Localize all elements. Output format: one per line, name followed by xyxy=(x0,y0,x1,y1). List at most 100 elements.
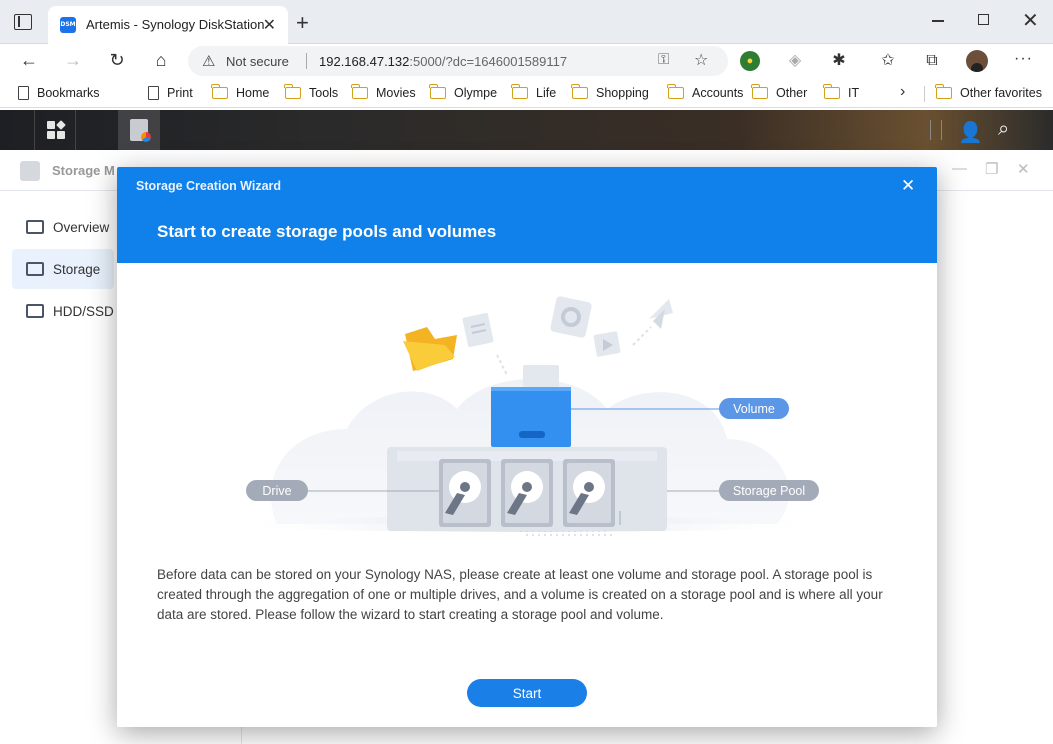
globe-extension-icon[interactable]: ● xyxy=(740,51,760,71)
favorites-icon[interactable]: ✩ xyxy=(878,51,898,71)
folder-floating-icon xyxy=(403,327,457,371)
sidebar-item-label: HDD/SSD xyxy=(53,303,114,319)
tab-close-icon[interactable]: ✕ xyxy=(263,15,276,35)
bookmark-label: Home xyxy=(236,86,270,100)
bookmark-label: Tools xyxy=(309,86,339,100)
browser-titlebar: DSM Artemis - Synology DiskStation ✕ + ✕ xyxy=(0,0,1053,44)
add-favorite-icon[interactable]: ☆ xyxy=(694,50,708,70)
folder-icon xyxy=(667,84,684,99)
bookmark-movies[interactable]: Movies xyxy=(351,84,416,102)
wizard-header: Storage Creation Wizard ✕ Start to creat… xyxy=(117,167,937,263)
bookmark-tools[interactable]: Tools xyxy=(284,84,339,102)
bookmark-bookmarks[interactable]: Bookmarks xyxy=(18,84,100,102)
folder-icon xyxy=(935,84,952,99)
drive-floating-icon xyxy=(550,296,592,338)
bookmark-other[interactable]: Other xyxy=(751,84,808,102)
sidebar-item-overview[interactable]: Overview xyxy=(12,207,114,247)
folder-icon xyxy=(823,84,840,99)
taskbar-divider xyxy=(941,120,942,140)
bookmark-label: IT xyxy=(848,86,860,100)
window-close-icon[interactable]: ✕ xyxy=(1022,8,1039,33)
browser-navbar: ← → ↻ ⌂ ⚠ Not secure 192.168.47.132:5000… xyxy=(0,44,1053,78)
storage-illustration: Volume Drive Storage Pool xyxy=(227,296,827,536)
sidebar-item-label: Overview xyxy=(53,219,110,235)
url-host: 192.168.47.132 xyxy=(319,54,410,69)
storage-icon xyxy=(26,262,44,276)
folder-icon xyxy=(429,84,446,99)
wizard-window-title: Storage Creation Wizard xyxy=(136,179,282,193)
svg-text:Drive: Drive xyxy=(262,484,291,498)
start-button[interactable]: Start xyxy=(467,679,587,707)
user-icon[interactable]: 👤 xyxy=(958,120,983,145)
address-bar[interactable]: ⚠ Not secure 192.168.47.132:5000/?dc=164… xyxy=(188,46,728,76)
app-close-icon[interactable]: ✕ xyxy=(1017,160,1030,178)
bookmark-label: Other favorites xyxy=(960,86,1042,100)
folder-icon xyxy=(511,84,528,99)
more-icon[interactable]: ··· xyxy=(1014,50,1033,68)
browser-tab[interactable]: DSM Artemis - Synology DiskStation ✕ xyxy=(48,6,288,44)
sidebar-item-label: Storage xyxy=(53,261,101,277)
dash-connector xyxy=(496,354,508,376)
bookmarks-divider xyxy=(924,86,925,102)
bookmark-home[interactable]: Home xyxy=(211,84,270,102)
url-text[interactable]: 192.168.47.132:5000/?dc=1646001589117 xyxy=(319,54,567,69)
drive-3 xyxy=(563,459,615,527)
profile-avatar[interactable] xyxy=(966,50,988,72)
address-divider xyxy=(306,53,307,69)
bookmarks-overflow-icon[interactable]: › xyxy=(900,83,905,101)
main-menu-button[interactable] xyxy=(34,110,76,150)
collections-icon[interactable]: ⧉ xyxy=(922,51,942,71)
bookmark-life[interactable]: Life xyxy=(511,84,557,102)
dsm-taskbar: 👤 ⌕ xyxy=(0,110,1053,150)
storage-manager-logo-icon xyxy=(20,161,40,181)
not-secure-label[interactable]: Not secure xyxy=(226,54,289,69)
bookmark-other-favorites[interactable]: Other favorites xyxy=(935,84,1042,102)
forward-icon[interactable]: → xyxy=(62,50,84,71)
folder-icon xyxy=(571,84,588,99)
sidebar-item-storage[interactable]: Storage xyxy=(12,249,114,289)
drive-2 xyxy=(501,459,553,527)
folder-icon xyxy=(751,84,768,99)
minimize-icon[interactable] xyxy=(932,20,944,22)
home-icon[interactable]: ⌂ xyxy=(150,50,172,71)
new-tab-icon[interactable]: + xyxy=(296,10,309,36)
svg-text:Storage Pool: Storage Pool xyxy=(733,484,805,498)
warning-icon[interactable]: ⚠ xyxy=(202,52,215,70)
wizard-close-icon[interactable]: ✕ xyxy=(901,176,915,196)
back-icon[interactable]: ← xyxy=(18,50,40,71)
bookmark-label: Movies xyxy=(376,86,416,100)
bookmark-it[interactable]: IT xyxy=(823,84,860,102)
rocket-floating-icon xyxy=(632,299,673,346)
photo-floating-icon xyxy=(523,365,559,387)
tab-title: Artemis - Synology DiskStation xyxy=(86,17,265,32)
bookmark-print[interactable]: Print xyxy=(148,84,193,102)
puzzle-extensions-icon[interactable]: ✱ xyxy=(829,51,849,71)
url-rest: :5000/?dc=1646001589117 xyxy=(409,54,568,69)
overview-icon xyxy=(26,220,44,234)
grid-icon xyxy=(47,120,66,139)
drive-label: Drive xyxy=(246,480,308,501)
bookmark-accounts[interactable]: Accounts xyxy=(667,84,743,102)
storage-pool-label: Storage Pool xyxy=(719,480,819,501)
bookmark-label: Other xyxy=(776,86,808,100)
bookmark-label: Print xyxy=(167,86,193,100)
svg-text:Volume: Volume xyxy=(733,402,775,416)
volume-handle xyxy=(519,431,545,438)
bookmarks-bar: Bookmarks Print Home Tools Movies Olympe… xyxy=(0,78,1053,108)
maximize-icon[interactable] xyxy=(978,14,989,25)
wizard-heading: Start to create storage pools and volume… xyxy=(157,222,497,241)
app-restore-icon[interactable]: ❐ xyxy=(985,160,998,178)
dsm-favicon-icon: DSM xyxy=(60,17,76,33)
refresh-icon[interactable]: ↻ xyxy=(106,50,128,71)
bookmark-shopping[interactable]: Shopping xyxy=(571,84,649,102)
extension-icon[interactable]: ◈ xyxy=(785,51,805,71)
sidebar-item-hdd-ssd[interactable]: HDD/SSD xyxy=(12,291,114,331)
storage-manager-taskbar-button[interactable] xyxy=(118,110,160,150)
app-minimize-icon[interactable]: — xyxy=(952,160,967,177)
key-icon[interactable]: ⚿ xyxy=(658,51,669,68)
bookmark-label: Life xyxy=(536,86,557,100)
bookmark-olympe[interactable]: Olympe xyxy=(429,84,497,102)
tab-actions-icon[interactable] xyxy=(14,14,32,30)
search-icon[interactable]: ⌕ xyxy=(998,118,1009,141)
hdd-icon xyxy=(26,304,44,318)
